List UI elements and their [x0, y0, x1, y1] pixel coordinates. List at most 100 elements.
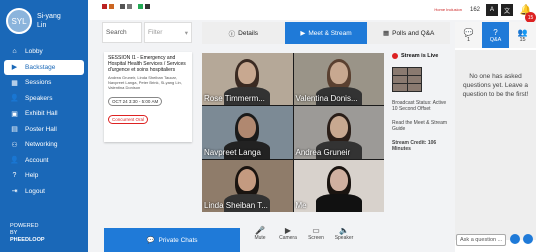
broadcast-offset: 10 Second Offset [392, 106, 431, 112]
user-profile[interactable]: SYL Si-yang Lin [0, 0, 88, 40]
attendee-count: 162 [469, 7, 480, 13]
participant-tile[interactable]: Navpreet Langa [202, 106, 293, 159]
people-icon: 👥 [517, 27, 528, 37]
qa-panel-tabs: 💬 1 ? Q&A 👥 15 [455, 22, 536, 48]
sidebar: SYL Si-yang Lin ⌂ Lobby ▶ Backstage ▦ Sessi… [0, 0, 88, 252]
sidebar-item-exhibit-hall[interactable]: ▣ Exhibit Hall [0, 106, 88, 122]
session-authors: Andrea Gruneir, Linda Sheiban Taucar, Na… [108, 75, 182, 90]
sidebar-item-label: Logout [25, 187, 45, 195]
powered-line: POWERED [10, 223, 39, 229]
sidebar-item-label: Sessions [25, 79, 52, 87]
ask-question-input[interactable]: Ask a question ... [456, 234, 506, 246]
sponsor-logo [102, 4, 114, 9]
participant-tile[interactable]: Valentina Donis... [293, 53, 384, 106]
chat-icon: 💬 [463, 27, 474, 37]
video-icon: ▶ [11, 64, 18, 72]
help-icon: ? [12, 172, 17, 180]
participant-tile[interactable]: Linda Sheiban T... [202, 159, 293, 212]
powered-by-logo: POWERED BY PHEEDLOOP [10, 223, 45, 244]
tab-chat[interactable]: 💬 1 [455, 22, 482, 48]
camera-icon: ▶ [284, 225, 292, 235]
sidebar-item-networking[interactable]: ⚇ Networking [0, 137, 88, 153]
networking-icon: ⚇ [11, 141, 18, 149]
speakers-icon: 👤 [10, 95, 19, 103]
qa-list: No one has asked questions yet. Leave a … [455, 50, 536, 240]
qa-panel: 💬 1 ? Q&A 👥 15 No one has asked questions y… [455, 22, 536, 252]
sidebar-item-poster-hall[interactable]: ▤ Poster Hall [0, 122, 88, 138]
session-title: SESSION I1 - Emergency and Hospital Heal… [108, 55, 186, 73]
tab-people[interactable]: 👥 15 [509, 22, 536, 48]
stream-status-label: Stream is Live [401, 53, 439, 59]
chevron-down-icon: ▾ [184, 29, 188, 37]
sessions-icon: ▦ [11, 79, 18, 87]
tab-label: 15 [519, 36, 526, 43]
tab-label: Details [238, 29, 259, 37]
tab-meet-stream[interactable]: ▶ Meet & Stream [284, 22, 368, 44]
stream-status-panel: Stream is Live Broadcast Status: Active 1… [392, 53, 450, 193]
sidebar-item-label: Help [25, 172, 39, 180]
poll-icon: ▦ [382, 30, 390, 37]
sidebar-item-sessions[interactable]: ▦ Sessions [0, 75, 88, 91]
tab-label: Polls and Q&A [392, 29, 435, 37]
participant-tile[interactable]: Andrea Gruneir [293, 106, 384, 159]
home-icon: ⌂ [12, 48, 17, 56]
participant-name: Me [295, 200, 307, 210]
filter-placeholder: Filter [148, 29, 163, 36]
control-label: Camera [279, 234, 297, 241]
tab-qa[interactable]: ? Q&A [482, 22, 509, 48]
meet-stream-guide-link[interactable]: Read the Meet & Stream Guide [392, 120, 450, 132]
sidebar-item-lobby[interactable]: ⌂ Lobby [0, 44, 88, 60]
top-right-controls: Home Inclusion 162 A 文 🔔 15 [434, 0, 536, 23]
private-chats-button[interactable]: 💬 Private Chats [104, 228, 240, 252]
participant-tile[interactable]: Rose Timmerm... [202, 53, 293, 106]
participant-name: Linda Sheiban T... [204, 200, 268, 210]
tab-details[interactable]: ⓘ Details [202, 22, 285, 44]
sidebar-item-label: Poster Hall [25, 125, 57, 133]
participant-name: Navpreet Langa [204, 147, 261, 157]
sidebar-item-label: Speakers [25, 94, 53, 102]
screen-share-button[interactable]: ▭ Screen [304, 226, 328, 241]
sidebar-item-help[interactable]: ? Help [0, 168, 88, 184]
participant-name: Andrea Gruneir [295, 147, 351, 157]
sidebar-item-label: Exhibit Hall [25, 110, 58, 118]
camera-button[interactable]: ▶ Camera [276, 226, 300, 241]
session-type-badge: Concurrent Oral [108, 115, 149, 124]
participant-name: Valentina Donis... [295, 94, 358, 104]
poster-icon: ▤ [11, 126, 18, 134]
sponsor-logo [120, 4, 132, 9]
screen-icon: ▭ [312, 225, 320, 235]
language-zh-button[interactable]: 文 [501, 4, 513, 16]
account-icon: 👤 [10, 157, 19, 165]
control-label: Mute [254, 234, 266, 241]
sidebar-item-label: Account [25, 156, 49, 164]
user-name: Si-yang Lin [37, 12, 61, 30]
search-input[interactable]: Search [102, 22, 142, 43]
sidebar-item-backstage[interactable]: ▶ Backstage [4, 59, 84, 75]
send-icon[interactable] [510, 234, 520, 244]
tab-polls-qa[interactable]: ▦ Polls and Q&A [367, 22, 451, 44]
notification-bell-icon[interactable]: 🔔 15 [516, 0, 536, 23]
speaker-icon: 🔈 [339, 225, 349, 235]
user-last-name: Lin [37, 22, 47, 29]
sidebar-item-label: Backstage [25, 63, 56, 71]
participant-tile[interactable]: Me [293, 159, 384, 212]
sidebar-item-label: Networking [25, 141, 58, 149]
speaker-button[interactable]: 🔈 Speaker [332, 226, 356, 241]
broadcast-status: Broadcast Status: Active 10 Second Offset [392, 100, 450, 112]
live-dot-icon [392, 53, 398, 59]
filter-select[interactable]: Filter ▾ [144, 22, 192, 43]
emoji-icon[interactable] [523, 234, 533, 244]
powered-line: BY [10, 230, 18, 236]
private-chats-label: Private Chats [158, 236, 198, 244]
language-a-button[interactable]: A [486, 4, 498, 16]
session-card[interactable]: SESSION I1 - Emergency and Hospital Heal… [104, 52, 192, 142]
sidebar-nav: ⌂ Lobby ▶ Backstage ▦ Sessions 👤 Speakers ▣ E… [0, 44, 88, 199]
session-time-badge: OCT 24 3:30 - 5:00 AM [108, 97, 163, 106]
stream-preview-thumbnail[interactable] [392, 67, 422, 92]
sidebar-item-logout[interactable]: ⇥ Logout [0, 184, 88, 200]
mute-button[interactable]: 🎤 Mute [248, 226, 272, 241]
sidebar-item-speakers[interactable]: 👤 Speakers [0, 91, 88, 107]
chat-icon: 💬 [146, 237, 155, 244]
sponsor-logo [138, 4, 150, 9]
sidebar-item-account[interactable]: 👤 Account [0, 153, 88, 169]
